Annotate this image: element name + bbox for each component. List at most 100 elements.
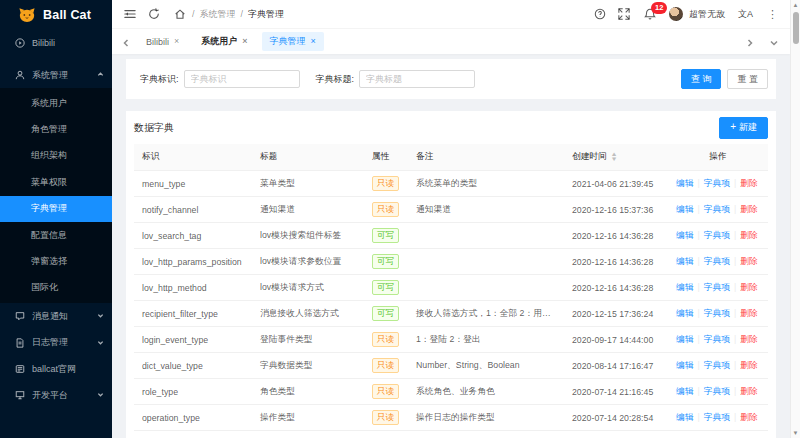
tab-Bilibili[interactable]: Bilibili× — [138, 34, 187, 50]
sidebar-subitem[interactable]: 角色管理 — [0, 116, 112, 142]
dict-items-link[interactable]: 字典项 — [704, 204, 730, 214]
tabbar: Bilibili× 系统用户× 字典管理× — [112, 28, 790, 54]
sidebar-item[interactable]: 消息通知 — [0, 303, 112, 329]
tab-系统用户[interactable]: 系统用户× — [193, 32, 255, 51]
col-header: 操作 — [668, 144, 768, 171]
edit-link[interactable]: 编辑 — [676, 256, 694, 266]
reset-button[interactable]: 重 置 — [727, 69, 768, 89]
delete-link[interactable]: 删除 — [740, 282, 758, 292]
topbar-right: 12 超管无敌 文A ⋮ — [582, 7, 778, 21]
chevron-down-icon — [97, 311, 104, 321]
card-title: 数据字典 — [134, 121, 174, 135]
query-button[interactable]: 查 询 — [681, 69, 722, 89]
delete-link[interactable]: 删除 — [740, 386, 758, 396]
table-row: role_type 角色类型 只读 系统角色、业务角色 2020-07-14 2… — [134, 379, 768, 405]
col-header: 标题 — [252, 144, 364, 171]
edit-link[interactable]: 编辑 — [676, 412, 694, 422]
attr-tag: 可写 — [372, 280, 399, 295]
breadcrumb-current: 字典管理 — [248, 8, 284, 21]
dict-title-input[interactable] — [359, 70, 475, 88]
avatar[interactable] — [669, 7, 683, 21]
menu-fold-icon[interactable] — [121, 5, 139, 23]
notification-bell-icon[interactable]: 12 — [644, 8, 656, 20]
translate-icon[interactable]: 文A — [738, 8, 753, 21]
sort-icon[interactable]: ▲▼ — [611, 152, 617, 161]
delete-link[interactable]: 删除 — [740, 360, 758, 370]
close-icon[interactable]: × — [311, 37, 316, 46]
scrollbar-down-icon[interactable]: ▼ — [793, 428, 799, 438]
attr-tag: 可写 — [372, 254, 399, 269]
message-icon — [14, 311, 25, 322]
attr-tag: 只读 — [372, 384, 399, 399]
edit-link[interactable]: 编辑 — [676, 230, 694, 240]
dict-items-link[interactable]: 字典项 — [704, 334, 730, 344]
tabs-scroll-left-icon[interactable] — [122, 33, 130, 51]
sidebar-subitem[interactable]: 配置信息 — [0, 222, 112, 248]
dict-table: 标识标题属性备注创建时间▲▼操作 menu_type 菜单类型 只读 系统菜单的… — [134, 144, 768, 431]
attr-tag: 只读 — [372, 410, 399, 425]
delete-link[interactable]: 删除 — [740, 178, 758, 188]
dict-items-link[interactable]: 字典项 — [704, 282, 730, 292]
edit-link[interactable]: 编辑 — [676, 334, 694, 344]
username[interactable]: 超管无敌 — [689, 8, 725, 21]
sidebar-subitem[interactable]: 弹窗选择 — [0, 248, 112, 274]
edit-link[interactable]: 编辑 — [676, 204, 694, 214]
sidebar-item[interactable]: 日志管理 — [0, 330, 112, 356]
table-row: login_event_type 登陆事件类型 只读 1：登陆 2：登出 202… — [134, 327, 768, 353]
logo[interactable]: Ball Cat — [0, 0, 112, 30]
sidebar-subitem[interactable]: 字典管理 — [0, 196, 112, 222]
dict-items-link[interactable]: 字典项 — [704, 386, 730, 396]
delete-link[interactable]: 删除 — [740, 334, 758, 344]
new-button[interactable]: +新建 — [719, 117, 768, 139]
submenu: 系统用户 角色管理 组织架构 菜单权限 字典管理 配置信息 弹窗选择 国际化 — [0, 88, 112, 303]
sidebar-subitem[interactable]: 菜单权限 — [0, 169, 112, 195]
table-row: menu_type 菜单类型 只读 系统菜单的类型 2021-04-06 21:… — [134, 171, 768, 197]
home-icon[interactable] — [173, 5, 187, 23]
edit-link[interactable]: 编辑 — [676, 308, 694, 318]
edit-link[interactable]: 编辑 — [676, 282, 694, 292]
dict-items-link[interactable]: 字典项 — [704, 360, 730, 370]
sidebar-subitem[interactable]: 组织架构 — [0, 143, 112, 169]
sidebar-menu: Bilibili 系统管理 系统用户 角色管理 组织架构 菜单权限 字典管理 配… — [0, 30, 112, 438]
reload-icon[interactable] — [145, 5, 163, 23]
tabs-menu-icon[interactable] — [770, 33, 778, 51]
delete-link[interactable]: 删除 — [740, 256, 758, 266]
dict-items-link[interactable]: 字典项 — [704, 256, 730, 266]
table-row: lov_http_params_position lov模块请求参数位置 可写 … — [134, 249, 768, 275]
close-icon[interactable]: × — [174, 37, 179, 46]
scrollbar-thumb[interactable] — [793, 12, 799, 44]
dict-items-link[interactable]: 字典项 — [704, 178, 730, 188]
sidebar-item[interactable]: Bilibili — [0, 30, 112, 56]
chevron-up-icon — [97, 70, 104, 80]
tabs-scroll-right-icon[interactable] — [746, 33, 754, 51]
dict-items-link[interactable]: 字典项 — [704, 308, 730, 318]
sidebar-item[interactable]: ballcat官网 — [0, 356, 112, 382]
delete-link[interactable]: 删除 — [740, 308, 758, 318]
scrollbar-up-icon[interactable]: ▲ — [793, 0, 799, 10]
page-scrollbar[interactable]: ▲ ▼ — [790, 0, 800, 438]
tab-字典管理[interactable]: 字典管理× — [262, 32, 324, 51]
breadcrumb-item[interactable]: 系统管理 — [200, 8, 236, 21]
sidebar-item[interactable]: 开发平台 — [0, 382, 112, 408]
sidebar-subitem[interactable]: 国际化 — [0, 275, 112, 301]
breadcrumb: / 系统管理 / 字典管理 — [173, 5, 284, 23]
dict-items-link[interactable]: 字典项 — [704, 412, 730, 422]
fullscreen-icon[interactable] — [618, 8, 630, 20]
col-header[interactable]: 创建时间▲▼ — [564, 144, 668, 171]
dict-id-input[interactable] — [184, 70, 300, 88]
bilibili-icon — [14, 38, 25, 49]
attr-tag: 只读 — [372, 176, 399, 191]
tabs: Bilibili× 系统用户× 字典管理× — [138, 32, 330, 51]
close-icon[interactable]: × — [242, 37, 247, 46]
help-icon[interactable] — [594, 8, 606, 20]
delete-link[interactable]: 删除 — [740, 204, 758, 214]
edit-link[interactable]: 编辑 — [676, 360, 694, 370]
sidebar-item[interactable]: 系统管理 — [0, 62, 112, 88]
edit-link[interactable]: 编辑 — [676, 386, 694, 396]
delete-link[interactable]: 删除 — [740, 412, 758, 422]
sidebar-subitem[interactable]: 系统用户 — [0, 90, 112, 116]
dict-items-link[interactable]: 字典项 — [704, 230, 730, 240]
more-icon[interactable]: ⋮ — [767, 8, 778, 21]
delete-link[interactable]: 删除 — [740, 230, 758, 240]
edit-link[interactable]: 编辑 — [676, 178, 694, 188]
